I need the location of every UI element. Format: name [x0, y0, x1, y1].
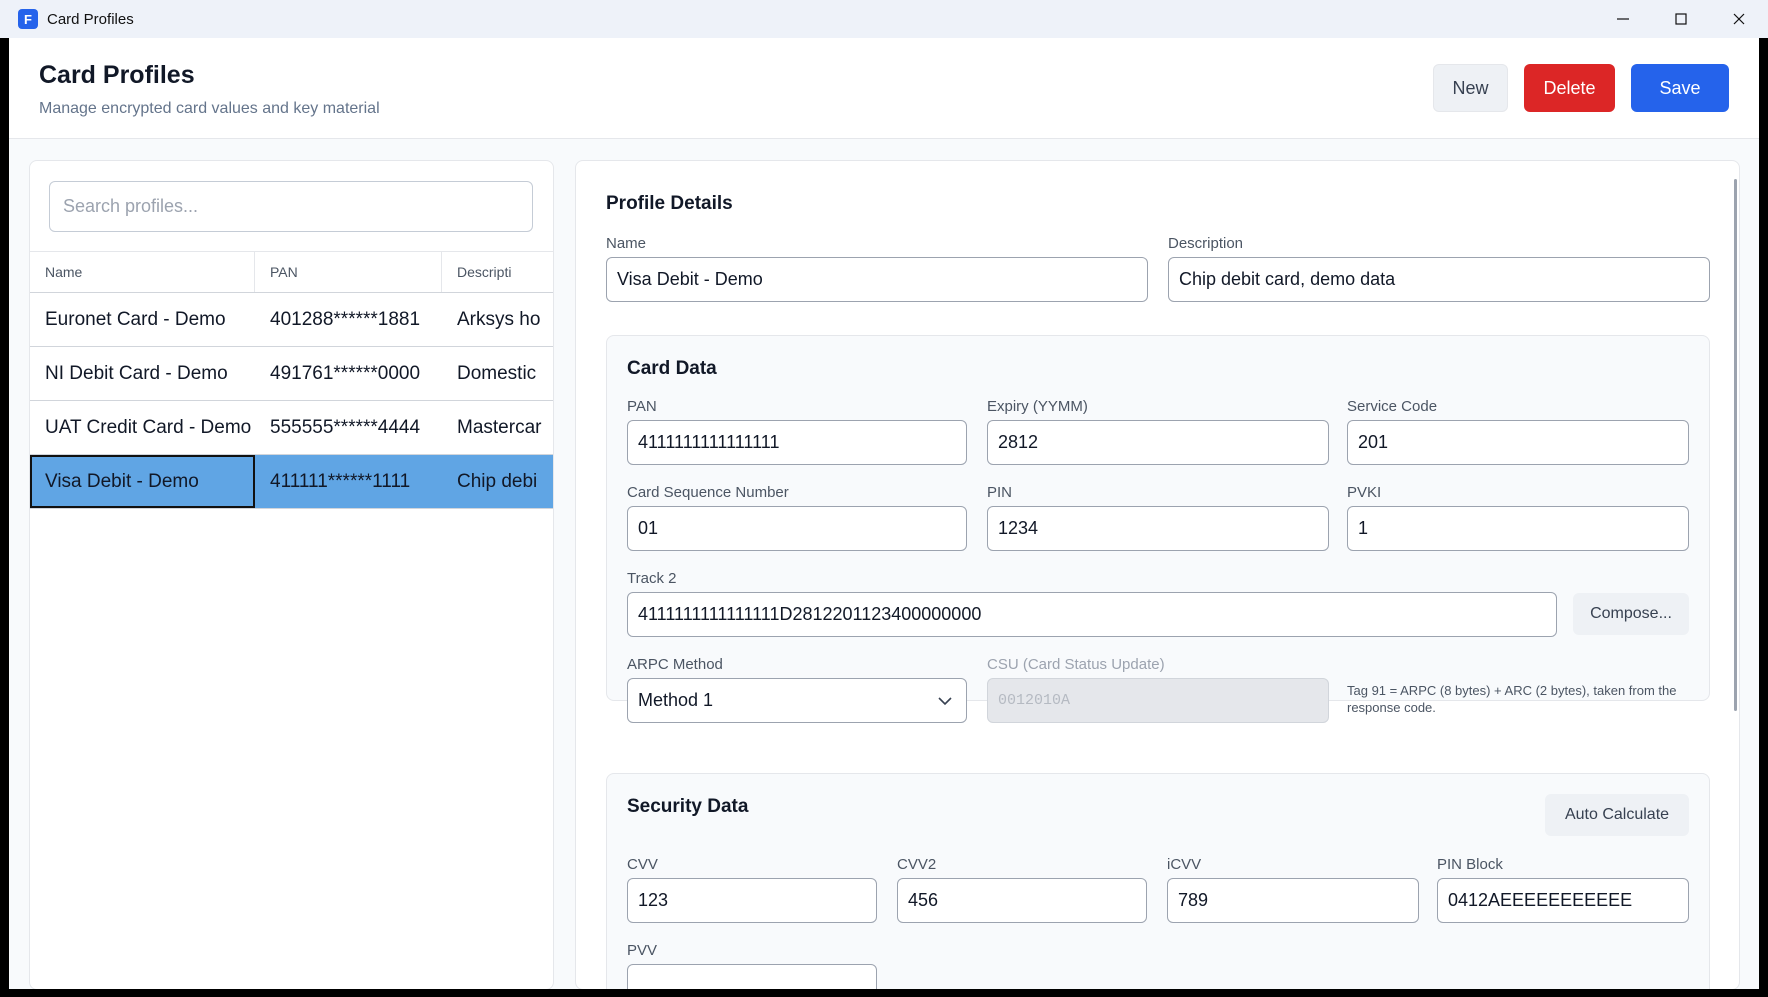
arpc-hint: Tag 91 = ARPC (8 bytes) + ARC (2 bytes),… [1347, 683, 1677, 715]
pin-field[interactable]: 1234 [987, 506, 1329, 551]
row-description: Domestic [457, 362, 537, 384]
row-description: Arksys ho [457, 308, 541, 330]
chevron-down-icon [938, 697, 952, 706]
table-row-selected[interactable]: Visa Debit - Demo 411111******1111 Chip … [30, 455, 553, 509]
expiry-field[interactable]: 2812 [987, 420, 1329, 465]
pan-label: PAN [627, 398, 657, 415]
minimize-button[interactable] [1594, 0, 1652, 38]
card-data-section: Card Data PAN 4111111111111111 Expiry (Y… [606, 335, 1710, 723]
grid-header: Name PAN Descripti [30, 251, 553, 293]
row-pan: 401288******1881 [270, 308, 421, 330]
app-window: Card Profiles Manage encrypted card valu… [9, 38, 1759, 989]
cvv2-label: CVV2 [897, 856, 937, 873]
track2-label: Track 2 [627, 570, 677, 587]
row-pan: 411111******1111 [270, 470, 411, 492]
page-title: Card Profiles [39, 61, 195, 89]
expiry-label: Expiry (YYMM) [987, 398, 1088, 415]
description-label: Description [1168, 235, 1244, 252]
window-titlebar: F Card Profiles [0, 0, 1768, 38]
pvv-field[interactable] [627, 964, 877, 989]
service-code-label: Service Code [1347, 398, 1438, 415]
pan-field[interactable]: 4111111111111111 [627, 420, 967, 465]
page-subtitle: Manage encrypted card values and key mat… [39, 100, 380, 117]
card-data-title: Card Data [627, 358, 717, 379]
arpc-method-select[interactable]: Method 1 [627, 678, 967, 723]
window-controls [1594, 0, 1768, 38]
name-field[interactable]: Visa Debit - Demo [606, 257, 1148, 302]
row-description: Mastercar [457, 416, 542, 438]
column-header-pan[interactable]: PAN [255, 252, 442, 292]
card-sequence-number-label: Card Sequence Number [627, 484, 789, 501]
pvki-label: PVKI [1347, 484, 1382, 501]
pin-label: PIN [987, 484, 1013, 501]
cvv-field[interactable]: 123 [627, 878, 877, 923]
row-name: Visa Debit - Demo [30, 455, 255, 508]
new-button[interactable]: New [1433, 64, 1508, 112]
compose-button[interactable]: Compose... [1573, 593, 1689, 635]
arpc-method-label: ARPC Method [627, 656, 723, 673]
profile-list-panel: Search profiles... Name PAN Descripti Eu… [29, 160, 554, 989]
column-header-name[interactable]: Name [30, 252, 255, 292]
csu-field: 0012010A [987, 678, 1329, 723]
minimize-icon [1617, 18, 1629, 20]
row-name: Euronet Card - Demo [45, 308, 226, 330]
details-scrollbar[interactable] [1734, 179, 1737, 711]
app-icon: F [18, 9, 38, 29]
delete-button[interactable]: Delete [1524, 64, 1615, 112]
row-pan: 555555******4444 [270, 416, 421, 438]
maximize-icon [1675, 13, 1687, 25]
description-field[interactable]: Chip debit card, demo data [1168, 257, 1710, 302]
page-header: Card Profiles Manage encrypted card valu… [9, 38, 1759, 139]
name-label: Name [606, 235, 647, 252]
track2-field[interactable]: 4111111111111111D2812201123400000000 [627, 592, 1557, 637]
search-input[interactable]: Search profiles... [49, 181, 533, 232]
table-row[interactable]: Euronet Card - Demo 401288******1881 Ark… [30, 293, 553, 347]
table-row[interactable]: NI Debit Card - Demo 491761******0000 Do… [30, 347, 553, 401]
column-header-description[interactable]: Descripti [442, 252, 553, 292]
security-data-section: Security Data Auto Calculate CVV 123 CVV… [606, 773, 1710, 989]
row-name: UAT Credit Card - Demo [45, 416, 252, 438]
arpc-method-value: Method 1 [638, 690, 714, 710]
auto-calculate-button[interactable]: Auto Calculate [1545, 794, 1689, 836]
icvv-label: iCVV [1167, 856, 1202, 873]
pvv-label: PVV [627, 942, 658, 959]
row-name: NI Debit Card - Demo [45, 362, 228, 384]
pvki-field[interactable]: 1 [1347, 506, 1689, 551]
window-title: Card Profiles [47, 10, 134, 28]
cvv-label: CVV [627, 856, 658, 873]
pin-block-field[interactable]: 0412AEEEEEEEEEEE [1437, 878, 1689, 923]
profile-details-title: Profile Details [606, 193, 733, 214]
service-code-field[interactable]: 201 [1347, 420, 1689, 465]
maximize-button[interactable] [1652, 0, 1710, 38]
profile-details-panel: Profile Details Name Visa Debit - Demo D… [575, 160, 1740, 989]
row-description: Chip debi [457, 470, 538, 492]
close-button[interactable] [1710, 0, 1768, 38]
csu-label: CSU (Card Status Update) [987, 656, 1165, 673]
row-pan: 491761******0000 [270, 362, 421, 384]
pin-block-label: PIN Block [1437, 856, 1503, 873]
table-row[interactable]: UAT Credit Card - Demo 555555******4444 … [30, 401, 553, 455]
cvv2-field[interactable]: 456 [897, 878, 1147, 923]
save-button[interactable]: Save [1631, 64, 1729, 112]
card-sequence-number-field[interactable]: 01 [627, 506, 967, 551]
close-icon [1733, 13, 1745, 25]
security-data-title: Security Data [627, 796, 749, 817]
icvv-field[interactable]: 789 [1167, 878, 1419, 923]
